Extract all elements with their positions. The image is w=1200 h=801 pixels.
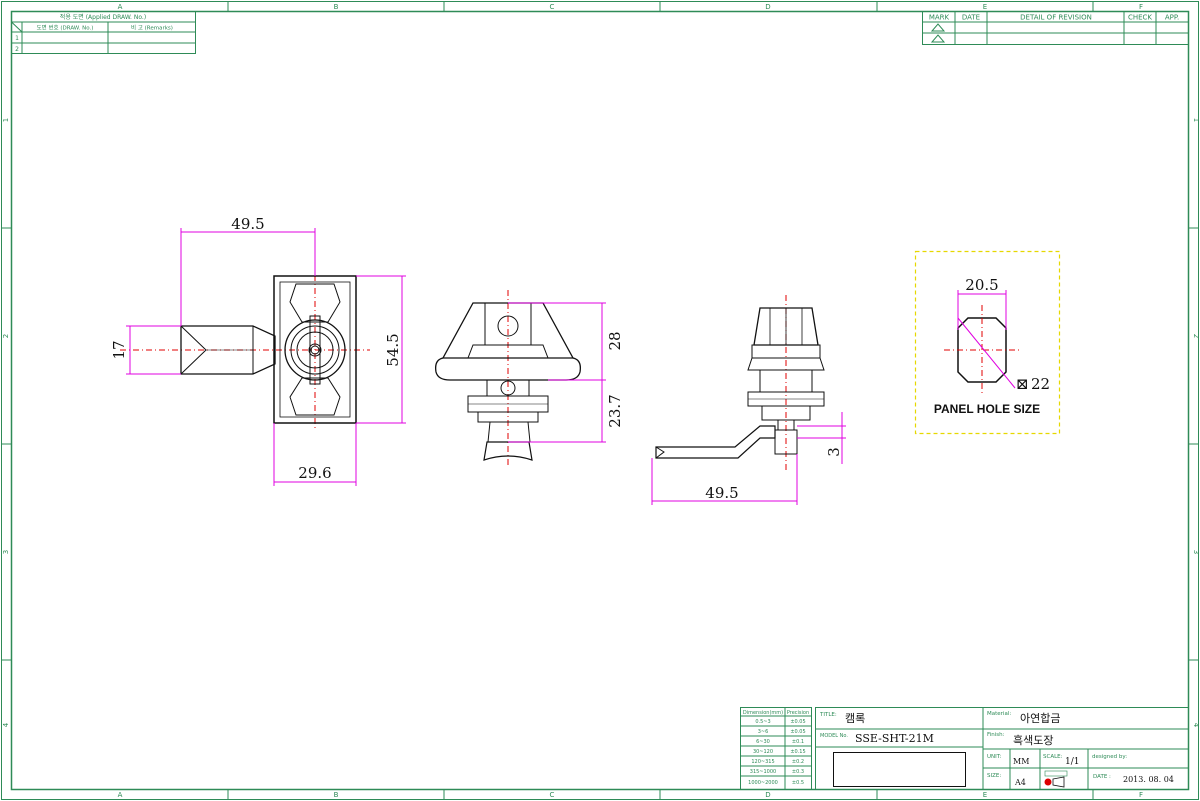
tolerance-precision-7: ±0.5 (792, 780, 804, 786)
title-value: 캠록 (845, 712, 865, 725)
zone-top-e: E (983, 3, 987, 11)
zone-right-2: 2 (1192, 334, 1200, 338)
tolerance-table: Dimension(mm) Precision 0.5~3 ±0.05 3~6 … (740, 707, 812, 790)
tolerance-precision-5: ±0.2 (792, 759, 804, 765)
title-block-stamp-box (833, 752, 966, 787)
zone-bottom-a: A (118, 791, 123, 799)
model-value: SSE-SHT-21M (855, 732, 934, 745)
tolerance-range-3: 6~30 (756, 739, 770, 745)
zone-right-1: 1 (1192, 118, 1200, 122)
tolerance-precision-6: ±0.3 (792, 769, 804, 775)
tolerance-header-dimension: Dimension(mm) (743, 710, 783, 716)
dim-front-lever-length: 49.5 (231, 215, 264, 233)
tolerance-range-5: 120~315 (751, 759, 774, 765)
zone-left-4: 4 (2, 722, 10, 727)
dim-lever-length: 49.5 (705, 484, 738, 502)
size-value: A4 (1014, 778, 1026, 787)
dim-lever-offset: 3 (825, 447, 843, 457)
scale-value: 1/1 (1065, 757, 1079, 767)
zone-left-2: 2 (2, 334, 10, 338)
tolerance-precision-2: ±0.05 (790, 729, 805, 735)
zone-top-b: B (334, 3, 339, 11)
lever-view: 49.5 3 (651, 295, 846, 505)
dim-front-lever-width: 17 (110, 340, 128, 359)
applied-drawing-table: 적용 도면 (Applied DRAW. No.) 도면 번호 (DRAW. N… (11, 11, 196, 54)
scale-label: SCALE: (1043, 754, 1063, 760)
applied-table-remarks-header: 비 고 (Remarks) (131, 24, 173, 32)
finish-label: Finish: (987, 732, 1005, 738)
tolerance-range-6: 315~1000 (750, 769, 776, 775)
model-label: MODEL No. (820, 733, 848, 739)
tolerance-precision-4: ±0.15 (790, 749, 805, 755)
applied-table-row-1: 1 (15, 35, 19, 42)
date-label: DATE : (1093, 774, 1111, 780)
dim-hole-square-symbol: ⊠ (1016, 375, 1029, 393)
panel-hole-label: PANEL HOLE SIZE (934, 402, 1040, 416)
panel-hole-view: 20.5 ⊠ 22 PANEL HOLE SIZE (914, 250, 1061, 435)
dim-front-body-width: 29.6 (298, 464, 331, 482)
zone-left-3: 3 (2, 550, 10, 554)
date-value: 2013. 08. 04 (1123, 775, 1174, 784)
tolerance-precision-1: ±0.05 (790, 719, 805, 725)
revision-table: MARK DATE DETAIL OF REVISION CHECK APP. (922, 11, 1189, 45)
tolerance-range-7: 1000~2000 (748, 780, 778, 786)
finish-value: 흑색도장 (1013, 733, 1053, 747)
tolerance-range-2: 3~6 (758, 729, 769, 735)
zone-bottom-e: E (983, 791, 987, 799)
tolerance-range-4: 30~120 (753, 749, 773, 755)
material-value: 아연합금 (1020, 712, 1060, 725)
unit-label: UNIT: (987, 754, 1002, 760)
applied-table-title: 적용 도면 (Applied DRAW. No.) (60, 13, 146, 21)
dim-side-lower-height: 23.7 (606, 394, 624, 427)
zone-top-a: A (118, 3, 123, 11)
applied-table-draw-header: 도면 번호 (DRAW. No.) (37, 24, 94, 32)
zone-right-3: 3 (1192, 550, 1200, 554)
dim-hole-width: 20.5 (965, 276, 998, 294)
zone-bottom-f: F (1139, 791, 1143, 799)
side-view: 28 23.7 (435, 290, 624, 465)
zone-right-4: 4 (1192, 723, 1200, 728)
dim-hole-square: 22 (1031, 375, 1050, 393)
applied-table-row-2: 2 (15, 46, 19, 53)
dim-side-upper-height: 28 (606, 331, 624, 350)
revision-header-detail: DETAIL OF REVISION (1020, 14, 1092, 22)
unit-value: MM (1013, 757, 1029, 766)
revision-header-date: DATE (962, 14, 980, 22)
drawing-sheet: A B C D E F A B C D E F 1 2 3 4 1 2 3 4 … (1, 1, 1200, 800)
front-view: 49.5 17 54.5 29.6 (110, 215, 406, 486)
revision-header-check: CHECK (1128, 14, 1152, 22)
tolerance-precision-3: ±0.1 (792, 739, 804, 745)
zone-bottom-c: C (550, 791, 555, 799)
zone-bottom-b: B (334, 791, 339, 799)
zone-top-d: D (765, 3, 770, 11)
tolerance-range-1: 0.5~3 (755, 719, 770, 725)
zone-top-c: C (550, 3, 555, 11)
title-block: TITLE: 캠록 MODEL No. SSE-SHT-21M Material… (815, 707, 1189, 790)
material-label: Material: (987, 711, 1011, 717)
projection-symbol-icon (1044, 770, 1068, 788)
size-label: SIZE: (987, 773, 1001, 779)
zone-bottom-d: D (765, 791, 770, 799)
sheet-frame: A B C D E F A B C D E F 1 2 3 4 1 2 3 4 (1, 1, 1200, 800)
zone-top-f: F (1139, 3, 1143, 11)
tolerance-header-precision: Precision (787, 710, 809, 716)
dim-front-body-height: 54.5 (384, 333, 402, 366)
revision-header-mark: MARK (929, 14, 950, 22)
revision-header-app: APP. (1165, 14, 1179, 22)
designed-label: designed by: (1092, 754, 1127, 760)
title-label: TITLE: (819, 712, 837, 718)
zone-left-1: 1 (2, 118, 10, 122)
